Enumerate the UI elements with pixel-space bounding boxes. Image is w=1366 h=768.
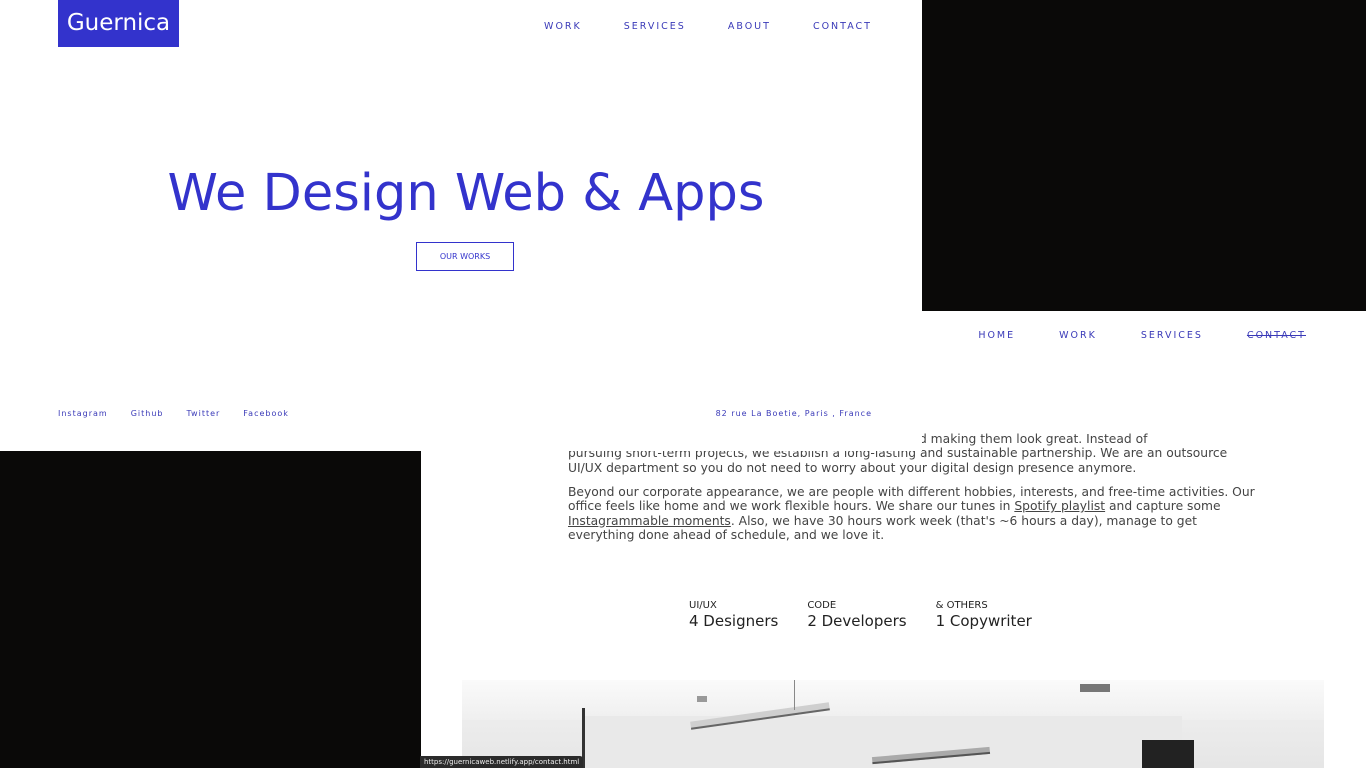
- nav-contact-link[interactable]: CONTACT: [1247, 330, 1306, 341]
- stat-category: CODE: [807, 600, 837, 611]
- text-line: everything done ahead of schedule, and w…: [568, 527, 885, 542]
- text-line: Instagrammable moments. Also, we have 30…: [568, 514, 1218, 528]
- link-status-bar: https://guernicaweb.netlify.app/contact.…: [420, 756, 584, 768]
- stat-uiux: UI/UX 4 Designers: [689, 600, 778, 631]
- github-link[interactable]: Github: [131, 409, 164, 418]
- office-photo: [462, 680, 1324, 768]
- text-line: office feels like home and we work flexi…: [568, 499, 1221, 514]
- photo-door: [1142, 740, 1194, 768]
- address: 82 rue La Boetie, Paris , France: [715, 409, 872, 418]
- nav-home-link[interactable]: HOME: [978, 330, 1015, 341]
- nav-about-link[interactable]: ABOUT: [728, 21, 771, 32]
- logo[interactable]: Guernica: [58, 0, 179, 47]
- twitter-link[interactable]: Twitter: [186, 409, 220, 418]
- our-works-button[interactable]: OUR WORKS: [416, 242, 514, 271]
- spotify-playlist-link[interactable]: Spotify playlist: [1014, 499, 1105, 513]
- hero-title: We Design Web & Apps: [167, 164, 765, 223]
- nav-services-link[interactable]: SERVICES: [1141, 330, 1203, 341]
- photo-ceiling: [462, 680, 1324, 720]
- nav-services-link[interactable]: SERVICES: [624, 21, 686, 32]
- social-links: Instagram Github Twitter Facebook: [58, 409, 289, 418]
- nav-contact-link[interactable]: CONTACT: [813, 21, 872, 32]
- photo-wire: [794, 680, 795, 710]
- facebook-link[interactable]: Facebook: [243, 409, 289, 418]
- stat-others: & OTHERS 1 Copywriter: [936, 600, 1032, 631]
- instagram-link[interactable]: Instagram: [58, 409, 108, 418]
- about-paragraph-2: Beyond our corporate appearance, we are …: [568, 485, 1255, 542]
- text-span: office feels like home and we work flexi…: [568, 499, 1015, 514]
- stat-value: 4 Designers: [689, 612, 779, 630]
- stat-category: UI/UX: [689, 600, 717, 611]
- stat-category: & OTHERS: [935, 600, 988, 611]
- photo-lamp-mount: [697, 696, 707, 702]
- home-page-window: Guernica WORK SERVICES ABOUT CONTACT We …: [0, 0, 922, 451]
- text-span: . Also, we have 30 hours work week (that…: [730, 513, 1198, 528]
- team-stats: UI/UX 4 Designers CODE 2 Developers & OT…: [689, 600, 1061, 631]
- stat-value: 1 Copywriter: [935, 612, 1032, 630]
- nav-work-link[interactable]: WORK: [544, 21, 582, 32]
- instagram-moments-link[interactable]: Instagrammable moments: [568, 514, 731, 528]
- nav-work-link[interactable]: WORK: [1059, 330, 1097, 341]
- photo-vent: [1080, 684, 1110, 692]
- about-nav: HOME WORK SERVICES CONTACT: [978, 330, 1306, 341]
- text-span: and capture some: [1105, 499, 1221, 514]
- text-line: UI/UX department so you do not need to w…: [568, 460, 1137, 475]
- stat-code: CODE 2 Developers: [807, 600, 906, 631]
- text-line: Beyond our corporate appearance, we are …: [568, 485, 1255, 499]
- stat-value: 2 Developers: [807, 612, 907, 630]
- home-nav: WORK SERVICES ABOUT CONTACT: [544, 21, 872, 32]
